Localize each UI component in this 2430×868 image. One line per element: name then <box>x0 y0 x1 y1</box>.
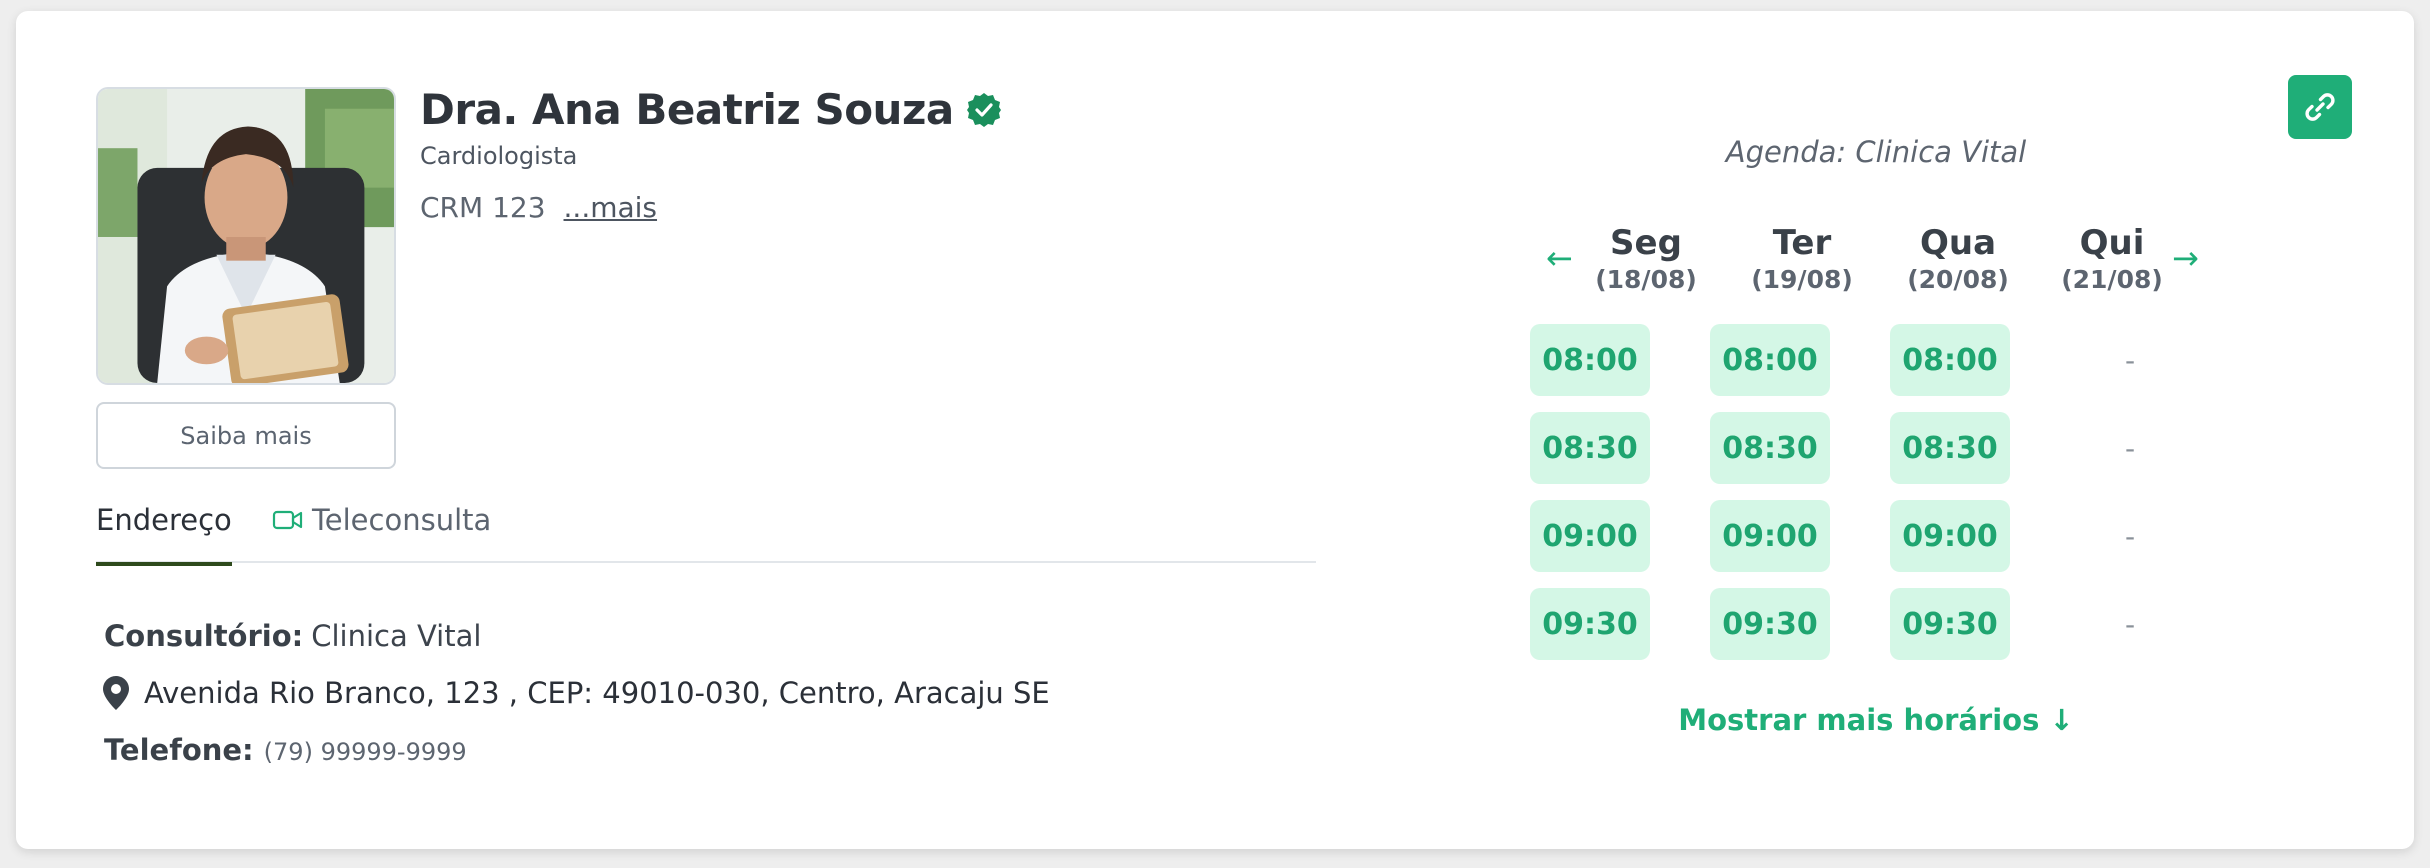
day-header-ter: Ter (19/08) <box>1742 223 1862 294</box>
crm-row: CRM 123 ...mais <box>420 191 657 224</box>
empty-slot: - <box>2124 343 2136 377</box>
agenda-title: Agenda: Clinica Vital <box>1725 135 2027 169</box>
time-slot[interactable]: 09:00 <box>1710 500 1830 572</box>
doctor-photo-image <box>98 89 394 383</box>
doctor-photo <box>96 87 396 385</box>
tab-endereco-label: Endereço <box>96 503 232 537</box>
show-more-times-link[interactable]: Mostrar mais horários ↓ <box>1616 703 2136 737</box>
time-slot[interactable]: 09:30 <box>1710 588 1830 660</box>
video-camera-icon <box>272 510 303 530</box>
learn-more-button[interactable]: Saiba mais <box>96 402 396 469</box>
time-slot[interactable]: 08:30 <box>1530 412 1650 484</box>
phone-label: Telefone: <box>104 733 254 767</box>
phone-value: (79) 99999-9999 <box>263 738 467 766</box>
time-slot[interactable]: 08:00 <box>1890 324 2010 396</box>
empty-slot: - <box>2124 607 2136 641</box>
day-name: Seg <box>1610 223 1682 263</box>
office-line: Consultório: Clinica Vital <box>104 619 1050 653</box>
day-header-seg: Seg (18/08) <box>1586 223 1706 294</box>
next-week-arrow[interactable]: → <box>2172 239 2199 277</box>
day-date: (21/08) <box>2061 265 2163 294</box>
time-slot[interactable]: 09:30 <box>1530 588 1650 660</box>
time-slot[interactable]: 08:30 <box>1710 412 1830 484</box>
day-name: Ter <box>1772 223 1832 263</box>
prev-week-arrow[interactable]: ← <box>1546 239 1573 277</box>
doctor-card: Saiba mais Dra. Ana Beatriz Souza Cardio… <box>16 11 2414 849</box>
empty-slot: - <box>2124 431 2136 465</box>
day-name: Qua <box>1919 223 1997 263</box>
doctor-name-row: Dra. Ana Beatriz Souza <box>420 85 1002 134</box>
office-value: Clinica Vital <box>311 619 482 653</box>
office-label: Consultório: <box>104 619 304 653</box>
map-pin-icon <box>103 676 129 710</box>
verified-check-icon <box>966 92 1001 127</box>
tab-teleconsulta[interactable]: Teleconsulta <box>272 503 491 537</box>
time-slot[interactable]: 08:30 <box>1890 412 2010 484</box>
link-icon <box>2305 93 2335 121</box>
share-link-button[interactable] <box>2288 75 2352 139</box>
location-tabs: Endereço Teleconsulta <box>96 491 1316 566</box>
street-line: Avenida Rio Branco, 123 , CEP: 49010-030… <box>103 675 1050 711</box>
crm-number: CRM 123 <box>420 191 546 224</box>
day-date: (18/08) <box>1595 265 1697 294</box>
time-slot[interactable]: 09:00 <box>1530 500 1650 572</box>
day-date: (20/08) <box>1907 265 2009 294</box>
day-name: Qui <box>2079 223 2145 263</box>
street-address: Avenida Rio Branco, 123 , CEP: 49010-030… <box>144 676 1050 710</box>
day-date: (19/08) <box>1751 265 1853 294</box>
more-info-link[interactable]: ...mais <box>564 191 658 224</box>
day-header-qua: Qua (20/08) <box>1898 223 2018 294</box>
time-slot[interactable]: 08:00 <box>1710 324 1830 396</box>
time-slot[interactable]: 09:00 <box>1890 500 2010 572</box>
phone-line: Telefone: (79) 99999-9999 <box>104 733 1050 767</box>
empty-slot: - <box>2124 519 2136 553</box>
day-header-qui: Qui (21/08) <box>2052 223 2172 294</box>
time-slot[interactable]: 09:30 <box>1890 588 2010 660</box>
tab-endereco[interactable]: Endereço <box>96 503 232 566</box>
address-block: Consultório: Clinica Vital Avenida Rio B… <box>103 619 1050 767</box>
doctor-name: Dra. Ana Beatriz Souza <box>420 85 954 134</box>
time-slot[interactable]: 08:00 <box>1530 324 1650 396</box>
tab-teleconsulta-label: Teleconsulta <box>312 503 492 537</box>
doctor-specialty: Cardiologista <box>420 142 578 170</box>
